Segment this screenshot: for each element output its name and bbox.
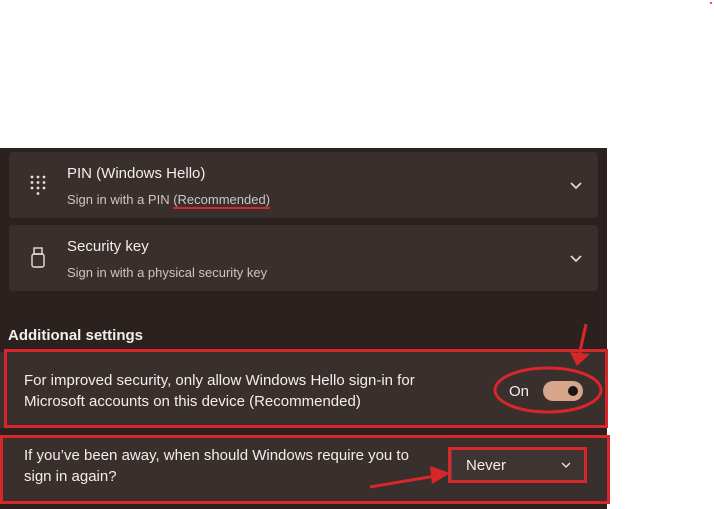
screen: { "sign_in_options": { "pin": { "title":… [0,0,714,509]
pin-subtitle-text: Sign in with a PIN [67,192,174,207]
annotation-box-dropdown [448,447,587,483]
security-key-subtitle: Sign in with a physical security key [67,265,268,280]
security-key-option-card[interactable]: Security key Sign in with a physical sec… [9,225,598,291]
keypad-icon [30,175,46,195]
stray-dot-mark [710,2,712,4]
additional-settings-heading: Additional settings [8,327,143,344]
pin-option-subtitle: Sign in with a PIN (Recommended) [67,192,270,207]
pin-option-card[interactable]: PIN (Windows Hello) Sign in with a PIN (… [9,152,598,218]
recommended-text: (Recommended) [173,192,271,207]
pin-option-title: PIN (Windows Hello) [67,165,206,182]
security-key-title: Security key [67,238,149,255]
chevron-down-icon[interactable] [570,180,582,190]
usb-key-icon [31,247,45,268]
chevron-down-icon[interactable] [570,253,582,263]
annotation-box-hello-only [4,349,608,428]
